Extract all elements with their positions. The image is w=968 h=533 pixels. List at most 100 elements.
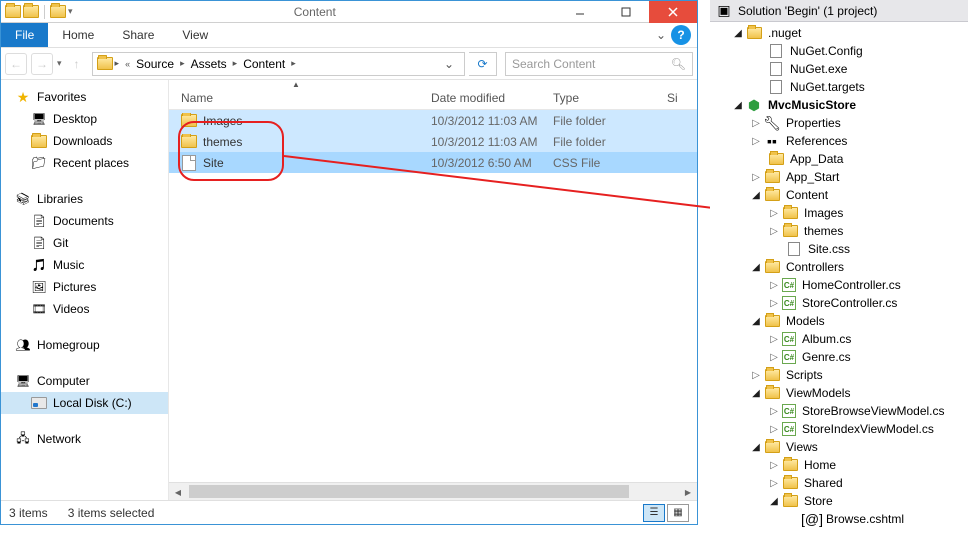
- tree-node-store[interactable]: ◢Store: [710, 492, 968, 510]
- nav-music[interactable]: 🎵︎Music: [1, 254, 168, 276]
- tree-node-project[interactable]: ◢⬢MvcMusicStore: [710, 96, 968, 114]
- nav-favorites[interactable]: ★Favorites: [1, 86, 168, 108]
- back-button[interactable]: ←: [5, 53, 27, 75]
- tree-node-nuget[interactable]: ◢.nuget: [710, 24, 968, 42]
- nav-local-disk[interactable]: Local Disk (C:): [1, 392, 168, 414]
- expand-icon[interactable]: ▷: [768, 423, 780, 435]
- tree-node[interactable]: ▷Home: [710, 456, 968, 474]
- file-row[interactable]: Images 10/3/2012 11:03 AM File folder: [169, 110, 697, 131]
- expand-icon[interactable]: ▷: [768, 333, 780, 345]
- col-size[interactable]: Si: [659, 91, 697, 109]
- expand-icon[interactable]: ▷: [768, 207, 780, 219]
- scroll-left-icon[interactable]: ◀: [169, 483, 187, 500]
- file-row[interactable]: themes 10/3/2012 11:03 AM File folder: [169, 131, 697, 152]
- breadcrumb[interactable]: ▸« Source▸ Assets▸ Content▸ ⌄: [92, 52, 465, 76]
- tree-node[interactable]: ▷C#Genre.cs: [710, 348, 968, 366]
- nav-libraries[interactable]: 📚︎Libraries: [1, 188, 168, 210]
- tree-node[interactable]: ▷C#HomeController.cs: [710, 276, 968, 294]
- expand-icon[interactable]: ▷: [768, 297, 780, 309]
- expand-icon[interactable]: ▷: [768, 477, 780, 489]
- tree-node[interactable]: ▷Images: [710, 204, 968, 222]
- horizontal-scrollbar[interactable]: ◀ ▶: [169, 482, 697, 500]
- expand-icon[interactable]: ▷: [768, 225, 780, 237]
- scroll-thumb[interactable]: [189, 485, 629, 498]
- collapse-icon[interactable]: ◢: [768, 495, 780, 507]
- view-details-button[interactable]: ☰: [643, 504, 665, 522]
- tree-node-controllers[interactable]: ◢Controllers: [710, 258, 968, 276]
- expand-icon[interactable]: ▷: [768, 459, 780, 471]
- expand-icon[interactable]: ▷: [750, 171, 762, 183]
- col-date[interactable]: Date modified: [423, 91, 545, 109]
- tree-node[interactable]: [@]Browse.cshtml: [710, 510, 968, 528]
- forward-button[interactable]: →: [31, 53, 53, 75]
- crumb[interactable]: Source: [132, 57, 178, 71]
- close-button[interactable]: [649, 1, 697, 23]
- collapse-icon[interactable]: ◢: [750, 261, 762, 273]
- ribbon-tab-share[interactable]: Share: [108, 23, 168, 47]
- ribbon-tab-view[interactable]: View: [168, 23, 222, 47]
- tree-node-views[interactable]: ◢Views: [710, 438, 968, 456]
- col-name[interactable]: Name: [169, 91, 423, 109]
- quick-new-folder-icon[interactable]: [23, 4, 39, 20]
- nav-documents[interactable]: 📄︎Documents: [1, 210, 168, 232]
- search-icon[interactable]: 🔍︎: [671, 57, 686, 71]
- nav-downloads[interactable]: Downloads: [1, 130, 168, 152]
- nav-videos[interactable]: 🎞︎Videos: [1, 298, 168, 320]
- collapse-icon[interactable]: ◢: [750, 441, 762, 453]
- breadcrumb-dropdown-icon[interactable]: ⌄: [438, 57, 460, 71]
- tree-node-appdata[interactable]: App_Data: [710, 150, 968, 168]
- tree-node-references[interactable]: ▷▪▪References: [710, 132, 968, 150]
- collapse-icon[interactable]: ◢: [750, 315, 762, 327]
- tree-node[interactable]: ▷Shared: [710, 474, 968, 492]
- expand-icon[interactable]: ▷: [768, 279, 780, 291]
- ribbon-expand-icon[interactable]: ⌄: [651, 23, 671, 47]
- expand-icon[interactable]: ▷: [768, 405, 780, 417]
- collapse-icon[interactable]: ◢: [732, 99, 744, 111]
- collapse-icon[interactable]: ◢: [750, 189, 762, 201]
- tree-node[interactable]: ▷C#StoreBrowseViewModel.cs: [710, 402, 968, 420]
- nav-homegroup[interactable]: 👥︎Homegroup: [1, 334, 168, 356]
- tree-node-appstart[interactable]: ▷App_Start: [710, 168, 968, 186]
- tree-node[interactable]: ▷C#StoreIndexViewModel.cs: [710, 420, 968, 438]
- up-button[interactable]: ↑: [66, 53, 88, 75]
- expand-icon[interactable]: ▷: [750, 117, 762, 129]
- expand-icon[interactable]: ▷: [768, 351, 780, 363]
- crumb[interactable]: Content: [239, 57, 289, 71]
- quick-properties-icon[interactable]: [50, 4, 66, 20]
- tree-node[interactable]: ▷C#StoreController.cs: [710, 294, 968, 312]
- refresh-button[interactable]: ⟳: [469, 52, 497, 76]
- tree-node[interactable]: ▷C#Album.cs: [710, 330, 968, 348]
- crumb[interactable]: Assets: [187, 57, 231, 71]
- nav-desktop[interactable]: 🖥︎Desktop: [1, 108, 168, 130]
- tree-node[interactable]: ▷themes: [710, 222, 968, 240]
- col-type[interactable]: Type: [545, 91, 659, 109]
- collapse-icon[interactable]: ◢: [732, 27, 744, 39]
- help-button[interactable]: ?: [671, 25, 691, 45]
- tree-node-content[interactable]: ◢Content: [710, 186, 968, 204]
- tree-node[interactable]: NuGet.exe: [710, 60, 968, 78]
- tree-node[interactable]: Site.css: [710, 240, 968, 258]
- view-icons-button[interactable]: ▦: [667, 504, 689, 522]
- tree-node-properties[interactable]: ▷🔧︎Properties: [710, 114, 968, 132]
- maximize-button[interactable]: [603, 1, 649, 23]
- tree-node-scripts[interactable]: ▷Scripts: [710, 366, 968, 384]
- nav-git[interactable]: 📄︎Git: [1, 232, 168, 254]
- tree-node-models[interactable]: ◢Models: [710, 312, 968, 330]
- minimize-button[interactable]: [557, 1, 603, 23]
- file-row[interactable]: Site 10/3/2012 6:50 AM CSS File: [169, 152, 697, 173]
- nav-pictures[interactable]: 🖼︎Pictures: [1, 276, 168, 298]
- nav-network[interactable]: 🖧︎Network: [1, 428, 168, 450]
- ribbon-tab-file[interactable]: File: [1, 23, 48, 47]
- nav-recent[interactable]: 📁︎Recent places: [1, 152, 168, 174]
- ribbon-tab-home[interactable]: Home: [48, 23, 108, 47]
- search-input[interactable]: Search Content 🔍︎: [505, 52, 693, 76]
- expand-icon[interactable]: ▷: [750, 369, 762, 381]
- solution-title[interactable]: ▣ Solution 'Begin' (1 project): [710, 0, 968, 22]
- titlebar[interactable]: ▾ Content: [1, 1, 697, 23]
- collapse-icon[interactable]: ◢: [750, 387, 762, 399]
- scroll-right-icon[interactable]: ▶: [679, 483, 697, 500]
- tree-node-viewmodels[interactable]: ◢ViewModels: [710, 384, 968, 402]
- expand-icon[interactable]: ▷: [750, 135, 762, 147]
- tree-node[interactable]: NuGet.targets: [710, 78, 968, 96]
- nav-computer[interactable]: 🖥︎Computer: [1, 370, 168, 392]
